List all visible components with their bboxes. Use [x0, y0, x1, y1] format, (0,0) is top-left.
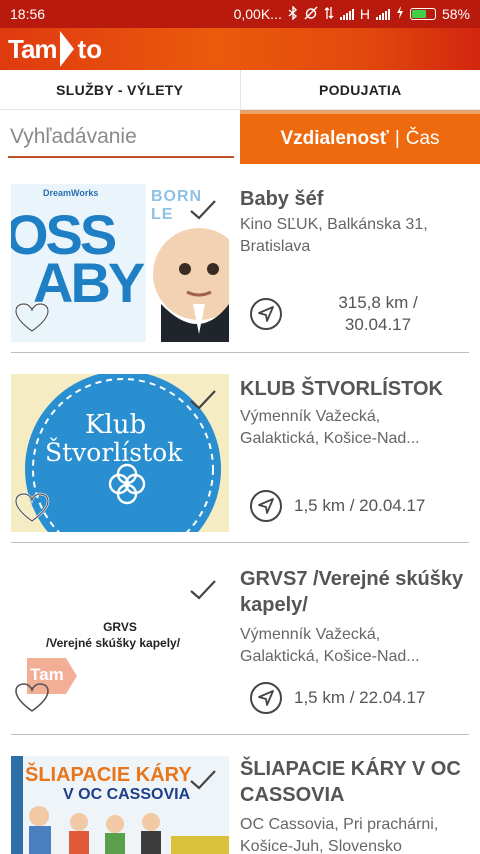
event-distance-date: 315,8 km / 30.04.17	[282, 292, 474, 336]
poster-brand: DreamWorks	[43, 188, 99, 198]
signal-icon	[339, 8, 354, 20]
event-distance: 315,8 km /	[338, 293, 418, 312]
sort-time[interactable]: Čas	[406, 128, 440, 150]
battery-icon	[409, 8, 436, 20]
checkmark-icon[interactable]	[188, 198, 218, 222]
poster-line-1: ŠLIAPACIE KÁRY	[25, 764, 192, 786]
poster-line-2: Štvorlístok	[45, 438, 183, 467]
logo-text-left: Tam	[8, 33, 58, 64]
network-type: H	[359, 6, 370, 22]
event-place: Kino SĽUK, Balkánska 31, Bratislava	[240, 216, 428, 255]
logo-chevron-icon	[59, 31, 74, 67]
event-date: 30.04.17	[344, 315, 412, 334]
list-divider	[11, 734, 469, 735]
event-title: Baby šéf	[240, 188, 324, 210]
data-transfer-icon	[324, 6, 334, 23]
heart-icon[interactable]	[14, 682, 50, 714]
list-divider	[11, 352, 469, 353]
search-input[interactable]	[8, 118, 234, 158]
event-distance-date: 1,5 km / 22.04.17	[294, 688, 426, 707]
event-place-line: Výmenník Važecká,	[240, 626, 381, 643]
event-place: Výmenník Važecká, Galaktická, Košice-Nad…	[240, 624, 474, 668]
charging-icon	[396, 6, 404, 22]
app-bar: Tam to	[0, 28, 480, 70]
category-tabs: SLUŽBY - VÝLETY PODUJATIA	[0, 70, 480, 110]
event-place-line: Galaktická, Košice-Nad...	[240, 648, 420, 665]
poster-line-1: GRVS	[103, 620, 137, 634]
sort-toggle[interactable]: Vzdialenosť | Čas	[240, 110, 480, 164]
sort-distance[interactable]: Vzdialenosť	[280, 128, 388, 150]
heart-icon[interactable]	[14, 492, 50, 524]
status-bar: 18:56 0,00K... H 58%	[0, 0, 480, 28]
navigate-icon[interactable]	[250, 490, 282, 522]
tab-services-trips[interactable]: SLUŽBY - VÝLETY	[0, 70, 240, 109]
poster-line-1: Klub	[85, 410, 147, 440]
logo-text-right: to	[77, 33, 103, 64]
network-speed: 0,00K...	[233, 6, 282, 22]
tab-events[interactable]: PODUJATIA	[239, 70, 480, 109]
signal-icon-2	[375, 8, 390, 20]
sort-separator: |	[394, 128, 400, 149]
event-title: ŠLIAPACIE KÁRY V OC CASSOVIA	[240, 758, 461, 806]
event-meta: 1,5 km / 22.04.17	[240, 682, 474, 714]
poster-line-2: V OC CASSOVIA	[63, 786, 191, 803]
list-divider	[11, 542, 469, 543]
event-meta: 1,5 km / 20.04.17	[240, 490, 474, 522]
event-place: OC Cassovia, Pri prachárni, Košice-Juh, …	[240, 816, 439, 854]
checkmark-icon[interactable]	[188, 388, 218, 412]
battery-level: 58%	[441, 6, 470, 22]
event-place: Výmenník Važecká, Galaktická, Košice-Nad…	[240, 406, 474, 450]
heart-icon[interactable]	[14, 302, 50, 334]
checkmark-icon[interactable]	[188, 768, 218, 792]
app-logo[interactable]: Tam to	[8, 31, 102, 67]
search-container	[0, 110, 240, 164]
alarm-off-icon	[304, 6, 318, 23]
checkmark-icon[interactable]	[188, 578, 218, 602]
event-title: KLUB ŠTVORLÍSTOK	[240, 378, 443, 400]
bluetooth-icon	[288, 4, 298, 23]
filter-row: Vzdialenosť | Čas	[0, 110, 480, 164]
event-title: GRVS7 /Verejné skúšky kapely/	[240, 568, 464, 616]
event-meta: 315,8 km / 30.04.17	[240, 292, 474, 336]
event-distance-date: 1,5 km / 20.04.17	[294, 496, 426, 515]
status-time: 18:56	[10, 6, 46, 22]
navigate-icon[interactable]	[250, 298, 282, 330]
navigate-icon[interactable]	[250, 682, 282, 714]
poster-line-2: /Verejné skúšky kapely/	[45, 636, 181, 650]
event-place-line: Výmenník Važecká,	[240, 408, 381, 425]
event-place-line: Galaktická, Košice-Nad...	[240, 430, 420, 447]
